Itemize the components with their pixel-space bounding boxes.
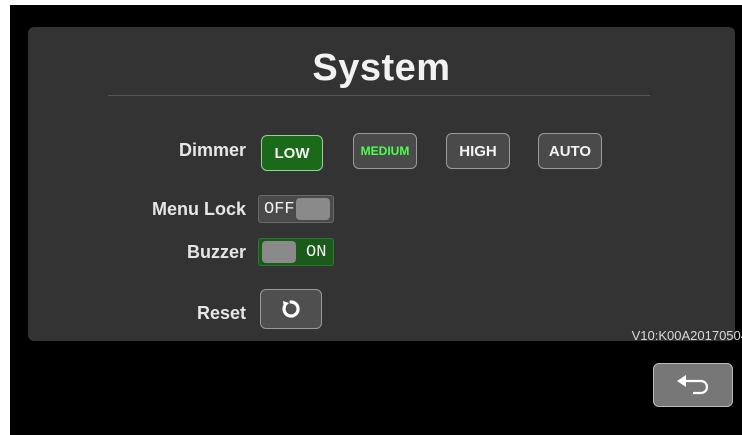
dimmer-label: Dimmer [178, 140, 246, 160]
title-divider [108, 95, 650, 96]
menu-lock-state: OFF [264, 199, 295, 219]
reset-label: Reset [196, 303, 246, 323]
dimmer-auto-button[interactable]: AUTO [538, 133, 602, 169]
page-title: System [312, 47, 451, 89]
back-button[interactable] [653, 363, 733, 407]
dimmer-medium-button[interactable]: MEDIUM [353, 133, 417, 169]
buzzer-state: ON [306, 242, 327, 262]
back-arrow-icon [677, 375, 709, 395]
buzzer-label: Buzzer [186, 242, 246, 262]
dimmer-low-button[interactable]: LOW [261, 135, 323, 171]
toggle-knob [262, 241, 296, 263]
toggle-knob [296, 198, 330, 220]
screen: System Dimmer LOW MEDIUM HIGH AUTO Menu … [10, 5, 742, 435]
reset-button[interactable] [260, 289, 322, 329]
reset-icon [282, 300, 300, 318]
menu-lock-toggle[interactable]: OFF [258, 195, 334, 223]
buzzer-toggle[interactable]: ON [258, 238, 334, 266]
version-text: V10:K00A20170504 [631, 328, 742, 343]
dimmer-high-button[interactable]: HIGH [446, 133, 510, 169]
system-panel: System Dimmer LOW MEDIUM HIGH AUTO Menu … [28, 27, 742, 343]
menu-lock-label: Menu Lock [151, 199, 246, 219]
